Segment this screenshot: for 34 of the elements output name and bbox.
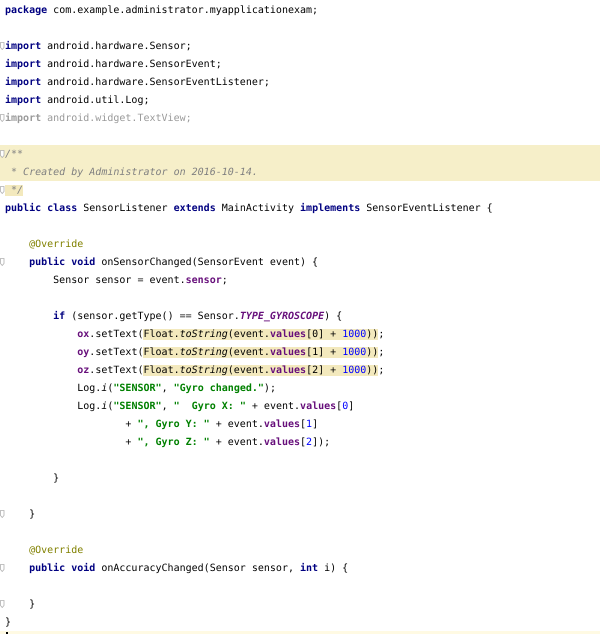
fold-icon[interactable] [0,564,5,572]
code-line: package com.example.administrator.myapplicationexam; [5,4,318,17]
code-line: public class SensorListener extends MainActivity implements SensorEventListener { [5,202,493,215]
fold-icon[interactable] [0,42,5,50]
code-line: import android.widget.TextView; [5,112,192,125]
fold-icon[interactable] [0,150,5,158]
code-line: @Override [28,238,84,251]
code-line: oz.setText(Float.toString(event.values[2] + 1000)); [76,364,384,377]
code-line: } [28,508,36,521]
code-line: + ", Gyro Z: " + event.values[2]); [124,436,330,449]
code-line: } [28,598,36,611]
code-line: /** [5,148,24,161]
code-line: public void onSensorChanged(SensorEvent event) { [28,256,318,269]
code-line: import android.hardware.Sensor; [5,40,192,53]
code-line: + ", Gyro Y: " + event.values[1] [124,418,318,431]
code-line: Sensor sensor = event.sensor; [52,274,228,287]
code-line: if (sensor.getType() == Sensor.TYPE_GYROSCOPE) { [52,310,342,323]
code-line: @Override [28,544,84,557]
code-line: ox.setText(Float.toString(event.values[0] + 1000)); [76,328,384,341]
code-line: import android.util.Log; [5,94,150,107]
fold-icon[interactable] [0,186,5,194]
fold-icon[interactable] [0,258,5,266]
code-line: import android.hardware.SensorEventListener; [5,76,270,89]
fold-icon[interactable] [0,510,5,518]
fold-icon[interactable] [0,600,5,608]
code-line: public void onAccuracyChanged(Sensor sensor, int i) { [28,562,348,575]
code-line: Log.i("SENSOR", " Gyro X: " + event.values[0] [76,400,354,413]
code-line: * Created by Administrator on 2016-10-14. [10,166,258,179]
code-line: Log.i("SENSOR", "Gyro changed."); [76,382,276,395]
code-line: } [52,472,60,485]
fold-icon[interactable] [0,114,5,122]
code-line: oy.setText(Float.toString(event.values[1] + 1000)); [76,346,384,359]
code-line: import android.hardware.SensorEvent; [5,58,222,71]
code-line: } [5,616,12,629]
